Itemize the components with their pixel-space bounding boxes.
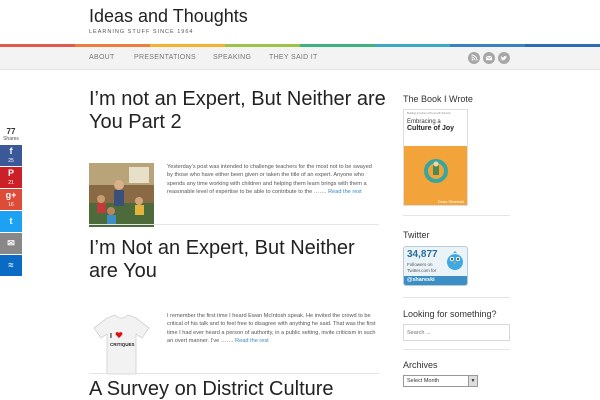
- share-total-count: 77: [6, 127, 16, 136]
- share-count: 16: [8, 202, 14, 208]
- post-title[interactable]: I’m Not an Expert, But Neither are You: [89, 237, 389, 283]
- share-count: 21: [8, 180, 14, 186]
- post-thumbnail-tshirt[interactable]: I CRITIQUES: [89, 312, 154, 376]
- site-tagline: LEARNING STUFF SINCE 1964: [89, 29, 194, 35]
- book-cover[interactable]: Building a Culture of Trust with Schools…: [403, 109, 468, 206]
- widget-title-archives: Archives: [403, 360, 438, 370]
- widget-title-book: The Book I Wrote: [403, 94, 473, 104]
- read-more-link[interactable]: Read the rest: [328, 189, 362, 195]
- read-more-link[interactable]: Read the rest: [235, 338, 269, 344]
- facebook-share-button[interactable]: f 25: [0, 145, 22, 166]
- rss-icon[interactable]: [468, 52, 480, 64]
- svg-text:CRITIQUES: CRITIQUES: [110, 342, 135, 347]
- email-icon[interactable]: [483, 52, 495, 64]
- book-cover-title-line-2: Culture of Joy: [407, 125, 455, 132]
- book-author: Dean Shareski: [437, 199, 464, 204]
- share-count: 25: [8, 158, 14, 164]
- post-divider: [89, 224, 379, 225]
- share-total-label: Shares: [3, 136, 19, 142]
- widget-divider: [403, 349, 510, 350]
- twitter-handle: @shareski: [404, 276, 467, 285]
- pinterest-icon: P: [7, 168, 14, 178]
- nav-item-they-said-it[interactable]: THEY SAID IT: [269, 54, 318, 61]
- archives-select-value: Select Month: [407, 378, 440, 384]
- googleplus-icon: g+: [5, 190, 17, 200]
- sumome-icon: ≈: [8, 260, 14, 270]
- post-excerpt: I remember the first time I heard Ewan M…: [167, 312, 379, 346]
- widget-title-search: Looking for something?: [403, 309, 497, 319]
- svg-text:I: I: [110, 333, 112, 340]
- sumome-share-button[interactable]: ≈: [0, 255, 22, 276]
- widget-divider: [403, 215, 510, 216]
- nav-item-about[interactable]: ABOUT: [89, 54, 115, 61]
- share-bar: 77 Shares f 25 P 21 g+ 16 t ✉ ≈: [0, 128, 22, 277]
- email-icon: ✉: [7, 238, 15, 248]
- widget-divider: [403, 297, 510, 298]
- post-excerpt: Yesterday’s post was intended to challen…: [167, 163, 379, 197]
- archives-select[interactable]: Select Month ▼: [403, 375, 478, 387]
- site-title[interactable]: Ideas and Thoughts: [89, 6, 248, 27]
- twitter-share-button[interactable]: t: [0, 211, 22, 232]
- facebook-icon: f: [9, 146, 13, 156]
- twitter-icon[interactable]: [498, 52, 510, 64]
- post-excerpt-text: I remember the first time I heard Ewan M…: [167, 313, 376, 345]
- googleplus-share-button[interactable]: g+ 16: [0, 189, 22, 210]
- chevron-down-icon: ▼: [468, 376, 477, 386]
- post-title[interactable]: I’m not an Expert, But Neither are You P…: [89, 88, 389, 134]
- main-nav: ABOUT PRESENTATIONS SPEAKING THEY SAID I…: [0, 47, 600, 70]
- email-share-button[interactable]: ✉: [0, 233, 22, 254]
- twitter-follower-badge[interactable]: 34,877 Followers on Twitter.com for @sha…: [403, 246, 468, 286]
- post-divider: [89, 373, 379, 374]
- twitter-line-2: Twitter.com for: [407, 268, 437, 273]
- pinterest-share-button[interactable]: P 21: [0, 167, 22, 188]
- post-title[interactable]: A Survey on District Culture: [89, 378, 389, 400]
- twitter-icon: t: [9, 216, 13, 226]
- nav-item-presentations[interactable]: PRESENTATIONS: [134, 54, 196, 61]
- book-cover-subtitle: Building a Culture of Trust with Schools: [407, 112, 451, 115]
- post-thumbnail-classroom[interactable]: [89, 163, 154, 227]
- twitter-follower-count: 34,877: [407, 249, 438, 260]
- search-input[interactable]: [403, 324, 510, 341]
- site-header: Ideas and Thoughts LEARNING STUFF SINCE …: [0, 0, 600, 44]
- widget-title-twitter: Twitter: [403, 230, 430, 240]
- nav-item-speaking[interactable]: SPEAKING: [213, 54, 251, 61]
- twitter-bird-icon: [447, 251, 463, 270]
